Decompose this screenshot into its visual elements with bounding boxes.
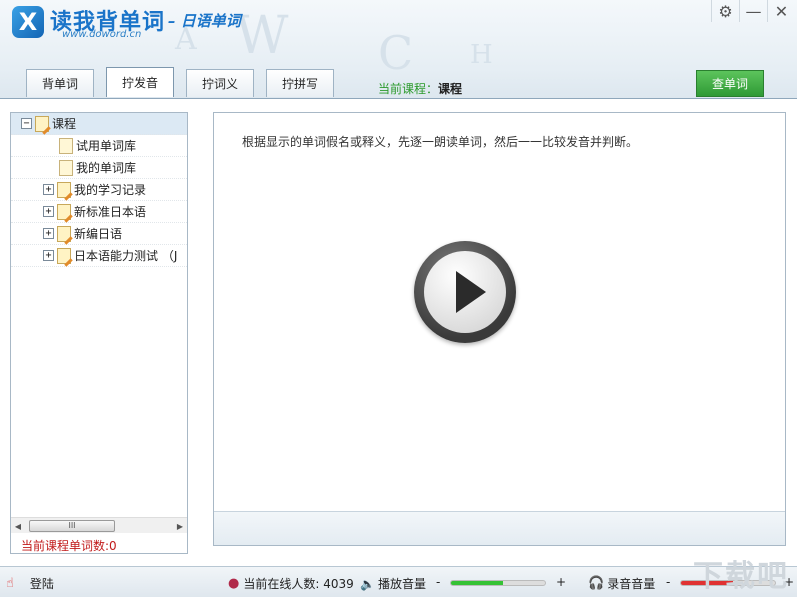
record-volume-label: 录音音量 (607, 577, 656, 591)
app-logo-icon: X (12, 6, 44, 38)
current-course-key: 当前课程： (378, 82, 439, 96)
play-button-face (424, 251, 506, 333)
scroll-thumb[interactable]: III (29, 520, 115, 532)
expand-icon[interactable]: + (43, 206, 54, 217)
course-tree: − 课程 试用单词库 我的单词库 + 我的学习记录 + 新标准日本语 + 新编日… (11, 113, 187, 505)
login-link[interactable]: 登陆 (30, 575, 54, 592)
tree-node-my-library[interactable]: 我的单词库 (11, 157, 187, 179)
playback-volume-fill (451, 581, 503, 585)
tree-node-label: 新标准日本语 (74, 205, 147, 219)
playback-volume-label-area: 🔈 播放音量 (360, 575, 426, 592)
tree-node-label: 我的单词库 (76, 161, 137, 175)
tab-recite[interactable]: 背单词 (26, 69, 94, 97)
bg-decoration: C (378, 26, 414, 80)
record-volume-label-area: 🎧 录音音量 (588, 575, 655, 592)
tree-node-label: 日本语能力测试 （J (74, 249, 178, 263)
play-button[interactable] (414, 241, 516, 343)
practice-panel: 根据显示的单词假名或释义，先逐一朗读单词，然后一一比较发音并判断。 (213, 112, 786, 546)
document-icon (59, 137, 73, 154)
scroll-right-icon[interactable]: ▶ (173, 518, 187, 534)
scroll-left-icon[interactable]: ◀ (11, 518, 25, 534)
playback-volume-slider[interactable] (450, 580, 546, 586)
playback-plus[interactable]: + (556, 575, 566, 589)
tree-node-label: 课程 (52, 117, 77, 131)
hand-icon: ☝ (6, 576, 14, 591)
edit-document-icon (57, 203, 71, 220)
tree-node-study-record[interactable]: + 我的学习记录 (11, 179, 187, 201)
expand-icon[interactable]: + (43, 250, 54, 261)
current-course: 当前课程：课程 (378, 80, 462, 97)
collapse-icon[interactable]: − (21, 118, 32, 129)
user-icon: ● (228, 576, 240, 591)
mode-tabs: 背单词 拧发音 拧词义 拧拼写 (26, 67, 334, 97)
edit-document-icon (57, 225, 71, 242)
tab-meaning[interactable]: 拧词义 (186, 69, 254, 97)
tree-node-label: 我的学习记录 (74, 183, 147, 197)
status-bar: ☝ 登陆 ● 当前在线人数: 4039 🔈 播放音量 - + 🎧 录音音量 - … (0, 559, 797, 597)
playback-minus[interactable]: - (436, 575, 440, 589)
bg-decoration: H (470, 40, 493, 70)
app-header: A W C H X 读我背单词 www.doword.cn – 日语单词 ⚙ —… (0, 0, 797, 98)
document-icon (59, 159, 73, 176)
course-word-count: 当前课程单词数:0 (21, 539, 117, 553)
edit-document-icon (35, 115, 49, 132)
expand-icon[interactable]: + (43, 184, 54, 195)
app-url: www.doword.cn (62, 29, 142, 40)
speaker-icon: 🔈 (360, 576, 375, 591)
tree-node-label: 试用单词库 (76, 139, 137, 153)
instruction-text: 根据显示的单词假名或释义，先逐一朗读单词，然后一一比较发音并判断。 (242, 135, 639, 149)
bg-decoration: W (235, 6, 289, 66)
close-icon[interactable]: ✕ (767, 0, 795, 22)
site-watermark: 下载吧 (693, 559, 789, 594)
edit-document-icon (57, 247, 71, 264)
tree-node-label: 新编日语 (74, 227, 123, 241)
tree-node-new-japanese[interactable]: + 新编日语 (11, 223, 187, 245)
practice-footer (214, 511, 785, 545)
tree-node-new-standard[interactable]: + 新标准日本语 (11, 201, 187, 223)
tree-node-jlpt[interactable]: + 日本语能力测试 （J (11, 245, 187, 267)
course-tree-panel: − 课程 试用单词库 我的单词库 + 我的学习记录 + 新标准日本语 + 新编日… (10, 112, 188, 554)
playback-volume-label: 播放音量 (377, 577, 426, 591)
online-count-label: 当前在线人数: 4039 (243, 577, 354, 591)
record-minus[interactable]: - (666, 575, 670, 589)
tree-node-trial-library[interactable]: 试用单词库 (11, 135, 187, 157)
current-course-value: 课程 (438, 82, 463, 96)
online-count: ● 当前在线人数: 4039 (228, 575, 354, 592)
settings-icon[interactable]: ⚙ (711, 0, 739, 22)
login-area[interactable]: ☝ 登陆 (6, 575, 54, 592)
play-icon (456, 271, 486, 313)
tree-node-root[interactable]: − 课程 (11, 113, 187, 135)
tab-spelling[interactable]: 拧拼写 (266, 69, 334, 97)
horizontal-scrollbar[interactable]: ◀ III ▶ (11, 517, 187, 533)
expand-icon[interactable]: + (43, 228, 54, 239)
main-content: − 课程 试用单词库 我的单词库 + 我的学习记录 + 新标准日本语 + 新编日… (0, 98, 797, 566)
headphones-icon: 🎧 (588, 576, 605, 591)
lookup-word-button[interactable]: 查单词 (696, 70, 764, 97)
edit-document-icon (57, 181, 71, 198)
minimize-icon[interactable]: — (739, 0, 767, 22)
tab-pronunciation[interactable]: 拧发音 (106, 67, 174, 97)
window-controls: ⚙ — ✕ (711, 0, 795, 22)
app-subtitle: – 日语单词 (168, 12, 241, 30)
